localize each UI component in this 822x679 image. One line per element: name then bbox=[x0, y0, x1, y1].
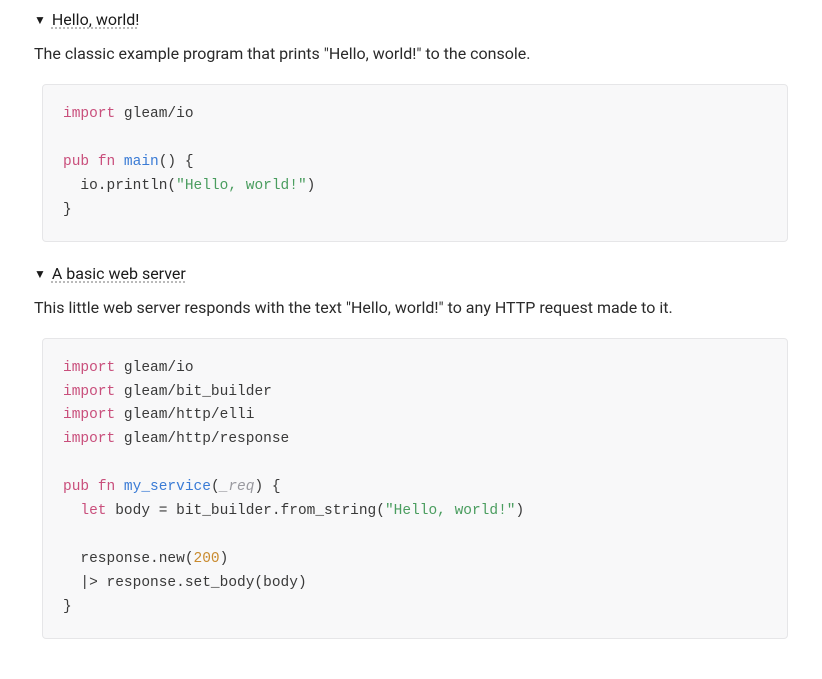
example-description: This little web server responds with the… bbox=[34, 296, 788, 320]
example-description: The classic example program that prints … bbox=[34, 42, 788, 66]
summary-title: Hello, world! bbox=[52, 8, 140, 32]
disclosure-triangle-icon: ▼ bbox=[34, 268, 46, 280]
summary-hello-world[interactable]: ▼ Hello, world! bbox=[34, 8, 788, 32]
code-block: import gleam/io import gleam/bit_builder… bbox=[42, 338, 788, 639]
disclosure-triangle-icon: ▼ bbox=[34, 14, 46, 26]
page-content: ▼ Hello, world! The classic example prog… bbox=[0, 0, 822, 679]
summary-title: A basic web server bbox=[52, 262, 186, 286]
summary-web-server[interactable]: ▼ A basic web server bbox=[34, 262, 788, 286]
example-hello-world: ▼ Hello, world! The classic example prog… bbox=[34, 8, 788, 242]
example-web-server: ▼ A basic web server This little web ser… bbox=[34, 262, 788, 639]
code-block: import gleam/io pub fn main() { io.print… bbox=[42, 84, 788, 242]
